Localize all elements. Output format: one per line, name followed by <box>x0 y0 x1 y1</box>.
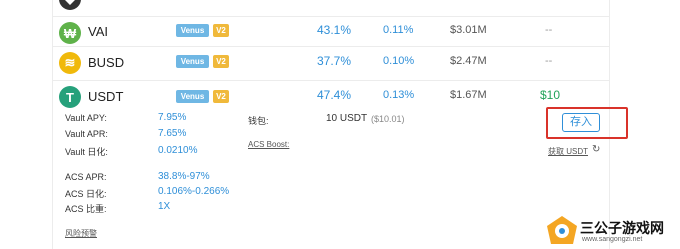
token-symbol: USDT <box>88 89 124 104</box>
vault-apy-label: Vault APY: <box>65 113 107 123</box>
token-symbol: VAI <box>88 24 108 39</box>
tvl-value: $2.47M <box>450 55 487 67</box>
refresh-icon[interactable]: ↻ <box>592 144 600 155</box>
extra-value: -- <box>545 24 553 36</box>
daily-value: 0.13% <box>383 89 415 101</box>
acs-daily-value: 0.106%-0.266% <box>158 186 230 197</box>
vault-apr-value: 7.65% <box>158 128 187 139</box>
extra-value: -- <box>545 55 553 67</box>
daily-value: 0.11% <box>383 24 414 36</box>
table-row[interactable]: ≋ BUSD Venus V2 37.7% 0.10% $2.47M -- <box>52 46 609 80</box>
deposit-button[interactable]: 存入 <box>562 113 600 132</box>
watermark-logo <box>547 216 577 244</box>
tvl-value: $1.67M <box>450 89 487 101</box>
deposited-value: $10 <box>540 88 561 102</box>
acs-apr-value: 38.8%-97% <box>158 171 210 182</box>
tvl-value: $3.01M <box>450 24 487 36</box>
vault-daily-value: 0.0210% <box>158 145 198 156</box>
acs-ratio-label: ACS 比重: <box>65 204 107 214</box>
vault-daily-label: Vault 日化: <box>65 147 108 157</box>
watermark-text: 三公子游戏网 <box>580 220 664 236</box>
apy-value: 37.7% <box>317 54 352 68</box>
v2-badge: V2 <box>213 90 229 103</box>
v2-badge: V2 <box>213 55 229 68</box>
page: ◆ ₩ VAI Venus V2 43.1% 0.11% $3.01M -- ≋… <box>0 0 680 249</box>
table-row[interactable]: ₩ VAI Venus V2 43.1% 0.11% $3.01M -- <box>52 16 609 50</box>
venus-badge: Venus <box>176 90 209 103</box>
apy-value: 43.1% <box>317 23 352 37</box>
v2-badge: V2 <box>213 24 229 37</box>
risk-warning-link[interactable]: 风险预警 <box>65 228 97 239</box>
wallet-usd: ($10.01) <box>371 114 405 124</box>
acs-daily-label: ACS 日化: <box>65 189 107 199</box>
venus-badge: Venus <box>176 24 209 37</box>
acs-boost-link[interactable]: ACS Boost: <box>248 140 289 149</box>
get-usdt-link[interactable]: 获取 USDT <box>548 146 588 157</box>
acs-apr-label: ACS APR: <box>65 172 107 182</box>
vault-apr-label: Vault APR: <box>65 129 108 139</box>
acs-ratio-value: 1X <box>158 201 171 212</box>
coin-icon: ◆ <box>59 0 81 10</box>
vai-coin-icon: ₩ <box>59 22 81 44</box>
watermark-url: www.sangongzi.net <box>582 236 643 243</box>
busd-coin-icon: ≋ <box>59 52 81 74</box>
wallet-label: 钱包: <box>248 116 269 126</box>
venus-badge: Venus <box>176 55 209 68</box>
apy-value: 47.4% <box>317 88 352 102</box>
daily-value: 0.10% <box>383 55 415 67</box>
usdt-coin-icon: T <box>59 86 81 108</box>
vault-apy-value: 7.95% <box>158 112 187 123</box>
token-symbol: BUSD <box>88 55 125 70</box>
table-row[interactable]: T USDT Venus V2 47.4% 0.13% $1.67M $10 <box>52 80 609 114</box>
wallet-value: 10 USDT <box>326 113 368 124</box>
